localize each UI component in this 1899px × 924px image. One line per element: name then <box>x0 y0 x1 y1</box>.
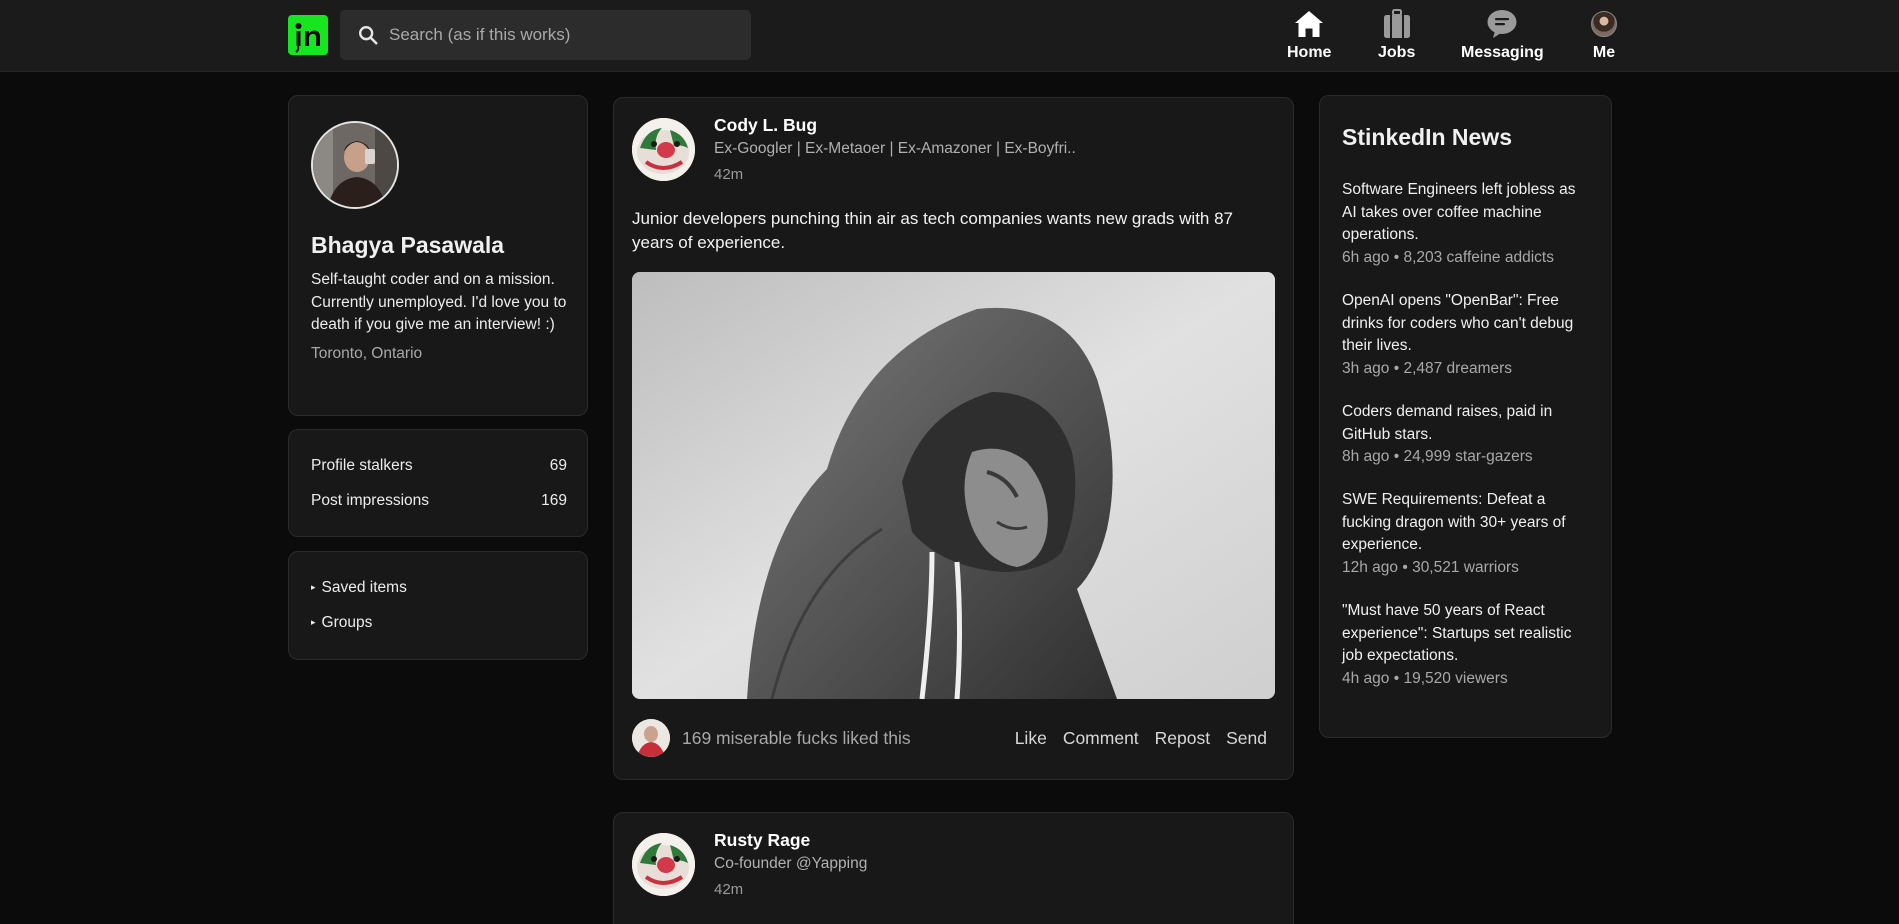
news-headline[interactable]: OpenAI opens "OpenBar": Free drinks for … <box>1342 290 1592 358</box>
like-button[interactable]: Like <box>1015 728 1047 749</box>
briefcase-icon <box>1380 8 1414 40</box>
stinkedin-logo-icon[interactable] <box>288 15 328 55</box>
profile-name[interactable]: Bhagya Pasawala <box>311 232 571 259</box>
groups-label: Groups <box>321 614 373 631</box>
news-meta: 6h ago • 8,203 caffeine addicts <box>1342 248 1554 266</box>
post-timestamp: 42m <box>714 881 744 898</box>
post-author-avatar[interactable] <box>632 833 695 896</box>
news-headline[interactable]: SWE Requirements: Defeat a fucking drago… <box>1342 489 1592 557</box>
groups-link[interactable]: ▸ Groups <box>311 614 372 632</box>
profile-location: Toronto, Ontario <box>311 344 423 362</box>
news-item[interactable]: Coders demand raises, paid in GitHub sta… <box>1342 401 1592 466</box>
stat-value: 69 <box>549 457 567 474</box>
nav-jobs-label: Jobs <box>1378 44 1416 61</box>
message-icon <box>1485 8 1519 40</box>
home-icon <box>1292 8 1326 40</box>
liker-avatar[interactable] <box>632 719 670 757</box>
feed-post: Rusty Rage Co-founder @Yapping 42m <box>613 812 1294 924</box>
news-headline[interactable]: "Must have 50 years of React experience"… <box>1342 600 1592 668</box>
post-actions: Like Comment Repost Send <box>1015 728 1267 749</box>
nav-home-label: Home <box>1287 44 1332 61</box>
triangle-right-icon: ▸ <box>311 582 316 592</box>
news-meta: 3h ago • 2,487 dreamers <box>1342 359 1513 377</box>
comment-button[interactable]: Comment <box>1063 728 1139 749</box>
nav-me[interactable]: Me <box>1587 8 1621 64</box>
stat-post-impressions[interactable]: Post impressions 169 <box>311 492 567 510</box>
nav-jobs[interactable]: Jobs <box>1378 8 1415 64</box>
triangle-right-icon: ▸ <box>311 617 316 627</box>
search-icon <box>359 26 378 45</box>
news-meta: 8h ago • 24,999 star-gazers <box>1342 448 1533 465</box>
profile-avatar[interactable] <box>311 121 399 209</box>
shortcuts-card: ▸ Saved items ▸ Groups <box>288 551 588 660</box>
top-navbar: Home Jobs Messaging Me <box>0 0 1899 72</box>
stat-label: Profile stalkers <box>311 457 413 474</box>
post-likes-count[interactable]: 169 miserable fucks liked this <box>682 728 911 749</box>
stat-value: 169 <box>541 492 567 509</box>
profile-stats-card: Profile stalkers 69 Post impressions 169 <box>288 429 588 537</box>
post-author-headline: Co-founder @Yapping <box>714 855 868 872</box>
saved-items-label: Saved items <box>321 579 407 596</box>
nav-me-label: Me <box>1592 44 1616 61</box>
post-author-headline: Ex-Googler | Ex-Metaoer | Ex-Amazoner | … <box>714 140 1076 157</box>
news-item[interactable]: OpenAI opens "OpenBar": Free drinks for … <box>1342 290 1592 378</box>
post-timestamp: 42m <box>714 166 744 183</box>
nav-messaging-label: Messaging <box>1461 44 1544 61</box>
avatar <box>1591 11 1617 37</box>
news-item[interactable]: SWE Requirements: Defeat a fucking drago… <box>1342 489 1592 577</box>
post-image[interactable] <box>632 272 1275 699</box>
stat-label: Post impressions <box>311 492 430 509</box>
news-meta: 12h ago • 30,521 warriors <box>1342 558 1519 576</box>
news-item[interactable]: Software Engineers left jobless as AI ta… <box>1342 179 1592 267</box>
post-body: Junior developers punching thin air as t… <box>632 209 1234 252</box>
search-bar[interactable] <box>340 10 751 60</box>
news-card: StinkedIn News Software Engineers left j… <box>1319 95 1612 738</box>
nav-home[interactable]: Home <box>1287 8 1331 64</box>
news-meta: 4h ago • 19,520 viewers <box>1342 669 1508 687</box>
news-headline[interactable]: Coders demand raises, paid in GitHub sta… <box>1342 401 1592 446</box>
post-author-avatar[interactable] <box>632 118 695 181</box>
search-input[interactable] <box>389 25 729 45</box>
send-button[interactable]: Send <box>1226 728 1267 749</box>
feed-post: Cody L. Bug Ex-Googler | Ex-Metaoer | Ex… <box>613 97 1294 780</box>
nav-messaging[interactable]: Messaging <box>1461 8 1544 64</box>
post-author-name[interactable]: Cody L. Bug <box>714 115 817 136</box>
post-author-name[interactable]: Rusty Rage <box>714 830 810 851</box>
news-title: StinkedIn News <box>1342 124 1512 150</box>
saved-items-link[interactable]: ▸ Saved items <box>311 579 407 597</box>
stat-profile-stalkers[interactable]: Profile stalkers 69 <box>311 457 567 475</box>
news-headline[interactable]: Software Engineers left jobless as AI ta… <box>1342 179 1592 247</box>
repost-button[interactable]: Repost <box>1155 728 1210 749</box>
profile-bio: Self-taught coder and on a mission. Curr… <box>311 271 567 333</box>
profile-card: Bhagya Pasawala Self-taught coder and on… <box>288 95 588 416</box>
news-item[interactable]: "Must have 50 years of React experience"… <box>1342 600 1592 688</box>
